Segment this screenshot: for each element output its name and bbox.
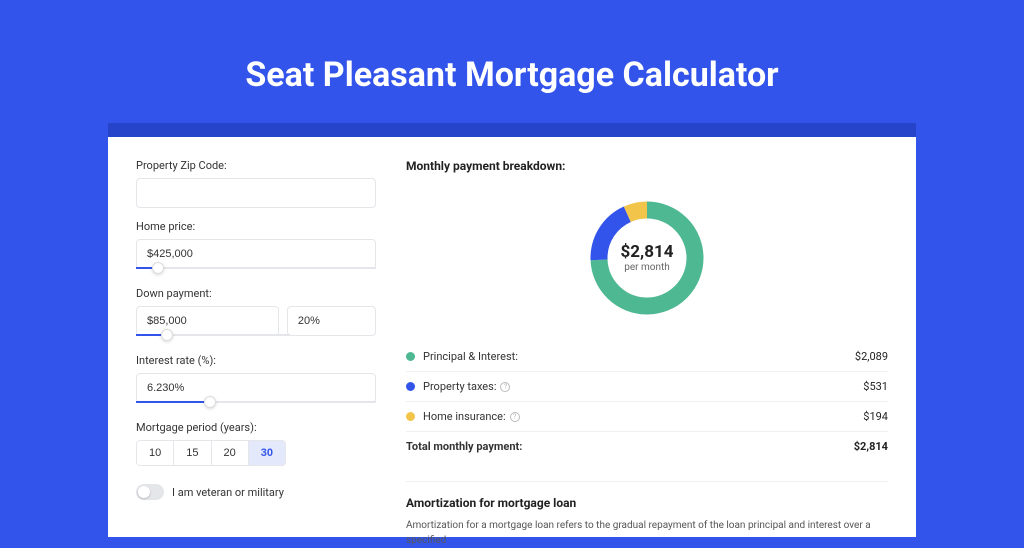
calculator-card: Property Zip Code: Home price: Down paym… <box>108 137 916 537</box>
toggle-knob <box>138 486 150 498</box>
rate-input[interactable] <box>136 373 376 403</box>
legend-row: Home insurance:?$194 <box>406 402 888 432</box>
total-label: Total monthly payment: <box>406 440 854 453</box>
info-icon[interactable]: ? <box>510 412 520 422</box>
down-payment-pct-input[interactable] <box>287 306 376 336</box>
donut-total: $2,814 <box>621 242 674 262</box>
price-slider[interactable] <box>136 267 376 275</box>
payment-donut-chart: $2,814 per month <box>585 196 709 320</box>
legend-value: $194 <box>863 410 888 423</box>
breakdown-panel: Monthly payment breakdown: $2,814 per mo… <box>406 159 888 515</box>
legend-label: Principal & Interest: <box>423 350 855 363</box>
period-btn-20[interactable]: 20 <box>212 441 249 465</box>
legend-value: $2,089 <box>855 350 888 363</box>
form-panel: Property Zip Code: Home price: Down paym… <box>136 159 376 515</box>
period-selector: 10152030 <box>136 440 286 466</box>
legend-total-row: Total monthly payment:$2,814 <box>406 432 888 461</box>
period-btn-30[interactable]: 30 <box>249 441 285 465</box>
down-payment-label: Down payment: <box>136 287 376 300</box>
accent-band <box>108 123 916 137</box>
legend-label: Property taxes:? <box>423 380 863 393</box>
period-btn-10[interactable]: 10 <box>137 441 174 465</box>
price-label: Home price: <box>136 220 376 233</box>
price-input[interactable] <box>136 239 376 269</box>
down-payment-input[interactable] <box>136 306 279 336</box>
info-icon[interactable]: ? <box>500 382 510 392</box>
zip-input[interactable] <box>136 178 376 208</box>
rate-label: Interest rate (%): <box>136 354 376 367</box>
veteran-label: I am veteran or military <box>172 486 284 499</box>
total-value: $2,814 <box>854 440 888 453</box>
veteran-toggle[interactable] <box>136 484 164 500</box>
legend-row: Principal & Interest:$2,089 <box>406 342 888 372</box>
donut-sub: per month <box>624 262 670 273</box>
legend-value: $531 <box>863 380 888 393</box>
legend-row: Property taxes:?$531 <box>406 372 888 402</box>
amortization-section: Amortization for mortgage loan Amortizat… <box>406 481 888 548</box>
rate-slider[interactable] <box>136 401 376 409</box>
zip-label: Property Zip Code: <box>136 159 376 172</box>
legend-label: Home insurance:? <box>423 410 863 423</box>
period-label: Mortgage period (years): <box>136 421 376 434</box>
legend-dot <box>406 382 415 391</box>
down-payment-slider[interactable] <box>136 334 290 342</box>
legend-dot <box>406 412 415 421</box>
page-title: Seat Pleasant Mortgage Calculator <box>108 55 916 95</box>
breakdown-title: Monthly payment breakdown: <box>406 159 888 173</box>
amortization-text: Amortization for a mortgage loan refers … <box>406 518 888 548</box>
legend: Principal & Interest:$2,089Property taxe… <box>406 342 888 461</box>
amortization-title: Amortization for mortgage loan <box>406 496 888 510</box>
legend-dot <box>406 352 415 361</box>
period-btn-15[interactable]: 15 <box>174 441 211 465</box>
